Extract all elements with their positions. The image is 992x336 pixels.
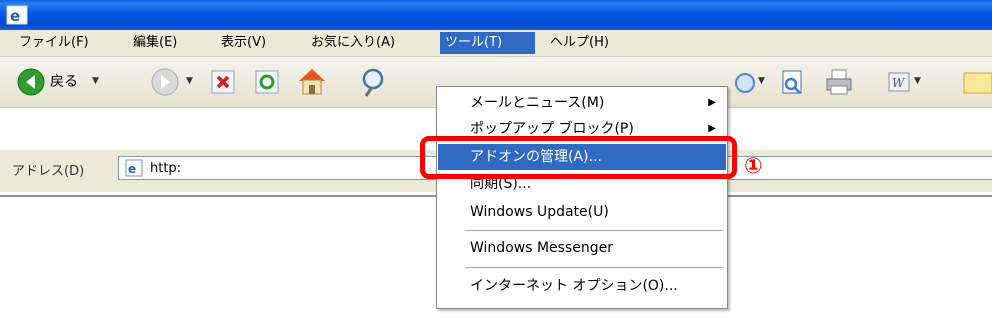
forward-arrow-icon[interactable]	[150, 67, 180, 97]
back-arrow-icon[interactable]	[16, 67, 46, 97]
refresh-icon[interactable]	[254, 69, 280, 95]
history-icon[interactable]	[733, 71, 755, 95]
menu-item-internet-options[interactable]: インターネット オプション(O)...	[438, 273, 726, 299]
back-label[interactable]: 戻る	[50, 71, 78, 91]
menu-item-windows-update[interactable]: Windows Update(U)	[438, 199, 726, 225]
submenu-arrow-icon: ▶	[708, 97, 716, 108]
menu-item-label: メールとニュース(M)	[470, 95, 605, 111]
menu-view[interactable]: 表示(V)	[216, 32, 271, 54]
menu-edit[interactable]: 編集(E)	[128, 32, 182, 54]
menu-item-windows-messenger[interactable]: Windows Messenger	[438, 235, 726, 261]
menu-item-label: ポップアップ ブロック(P)	[470, 121, 634, 137]
tools-dropdown-menu: メールとニュース(M) ▶ ポップアップ ブロック(P) ▶ アドオンの管理(A…	[436, 86, 728, 309]
menu-separator	[465, 267, 723, 268]
menu-file[interactable]: ファイル(F)	[14, 32, 94, 54]
stop-icon[interactable]	[210, 69, 236, 95]
discuss-icon[interactable]	[962, 69, 992, 97]
menu-item-label: インターネット オプション(O)...	[470, 278, 678, 294]
menu-item-label: Windows Update(U)	[470, 204, 609, 220]
svg-text:e: e	[10, 7, 20, 25]
annotation-highlight-box	[420, 136, 737, 179]
search-icon[interactable]	[360, 66, 392, 98]
home-icon[interactable]	[296, 66, 328, 96]
menu-separator	[465, 230, 723, 231]
menu-favorites[interactable]: お気に入り(A)	[306, 32, 400, 54]
menu-item-mail-news[interactable]: メールとニュース(M) ▶	[438, 90, 726, 116]
address-label: アドレス(D)	[12, 164, 85, 179]
title-bar: e	[0, 0, 992, 30]
menu-item-label: Windows Messenger	[470, 240, 613, 256]
internet-explorer-icon: e	[6, 5, 28, 25]
back-dropdown-icon[interactable]: ▼	[92, 76, 99, 86]
svg-text:e: e	[128, 162, 136, 176]
forward-dropdown-icon[interactable]: ▼	[186, 76, 193, 86]
address-value[interactable]: http:	[150, 161, 181, 176]
menu-tools[interactable]: ツール(T)	[440, 32, 535, 54]
menu-bar: ファイル(F) 編集(E) 表示(V) お気に入り(A) ツール(T) ヘルプ(…	[0, 30, 992, 57]
menu-help[interactable]: ヘルプ(H)	[545, 32, 614, 54]
annotation-number: ①	[744, 154, 763, 179]
history-dropdown-icon[interactable]: ▼	[758, 76, 765, 86]
edit-dropdown-icon[interactable]: ▼	[914, 76, 921, 86]
word-icon[interactable]: W	[888, 72, 910, 92]
mail-icon[interactable]	[778, 68, 806, 96]
page-icon: e	[125, 159, 143, 177]
svg-text:W: W	[892, 76, 906, 90]
print-icon[interactable]	[824, 68, 854, 96]
